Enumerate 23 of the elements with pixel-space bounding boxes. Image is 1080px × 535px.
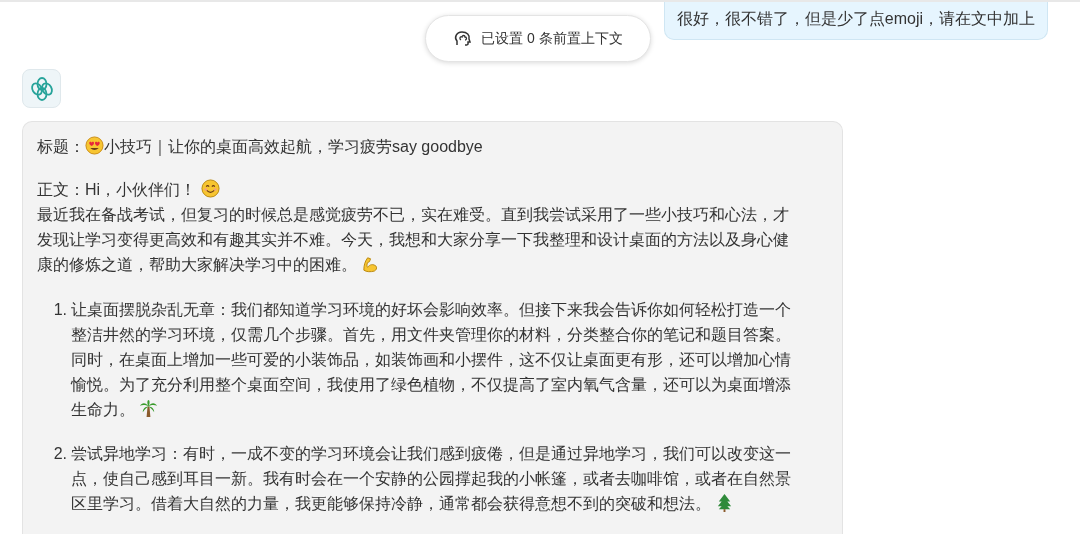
knot-logo-icon [28, 75, 55, 102]
list-item-text-line: 整洁井然的学习环境，仅需几个步骤。首先，用文件夹管理你的材料，分类整合你的笔记和题目答案。 [71, 325, 791, 345]
list-number: 1. [52, 300, 68, 320]
list-number: 2. [52, 444, 68, 464]
list-item-text-line: 同时，在桌面上增加一些可爱的小装饰品，如装饰画和小摆件，这不仅让桌面更有形，还可以增加心情 [71, 350, 791, 370]
list-item-text-line: 区里学习。借着大自然的力量，我更能够保持冷静，通常都会获得意想不到的突破和想法。 [71, 495, 711, 512]
intro-text-line: 最近我在备战考试，但复习的时候总是感觉疲劳不已，实在难受。直到我尝试采用了一些小技巧和心法，才 [37, 205, 789, 225]
list-item-text-line: 愉悦。为了充分利用整个桌面空间，我使用了绿色植物，不仅提高了室内氧气含量，还可以为桌面增添 [71, 375, 791, 395]
list-item-text-line: 让桌面摆脱杂乱无章：我们都知道学习环境的好坏会影响效率。但接下来我会告诉你如何轻松打造一个 [71, 300, 791, 320]
intro-text-line: 康的修炼之道，帮助大家解决学习中的困难。 [37, 256, 357, 273]
intro-text-line: 发现让学习变得更高效和有趣其实并不难。今天，我想和大家分享一下我整理和设计桌面的方法以及身心健 [37, 230, 789, 250]
list-item-text-line: 生命力。 [71, 401, 135, 418]
list-item-text-line: 点，使自己感到耳目一新。我有时会在一个安静的公园撑起我的小帐篷，或者去咖啡馆，或者在自然景 [71, 469, 791, 489]
greeting-text: 正文：Hi，小伙伴们！ [37, 181, 197, 198]
smiling-emoji-icon [200, 179, 220, 198]
context-button[interactable]: 已设置 0 条前置上下文 [425, 15, 651, 62]
palm-tree-icon [139, 399, 159, 418]
title-label: 标题： [37, 138, 85, 155]
post-title: 小技巧｜让你的桌面高效起航，学习疲劳say goodbye [104, 138, 483, 155]
brain-head-icon [453, 28, 474, 49]
user-message: 很好，很不错了，但是少了点emoji，请在文中加上 [663, 2, 1048, 40]
list-item-text-line: 尝试异地学习：有时，一成不变的学习环境会让我们感到疲倦，但是通过异地学习，我们可以改变这一 [71, 444, 791, 464]
heart-eyes-emoji-icon [85, 136, 104, 155]
